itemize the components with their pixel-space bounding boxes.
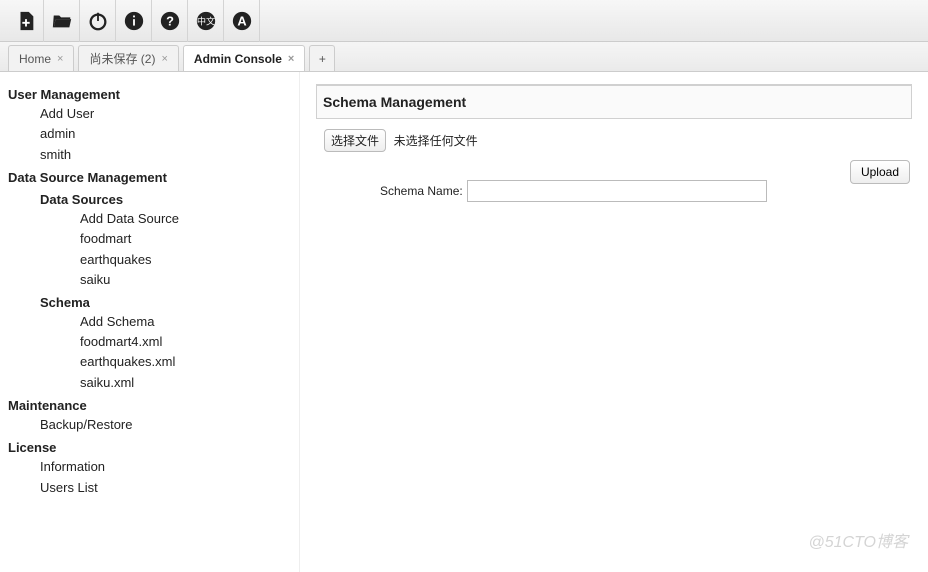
new-file-button[interactable] bbox=[8, 0, 44, 42]
info-icon bbox=[123, 10, 145, 32]
watermark-text: @51CTO博客 bbox=[808, 528, 908, 552]
language-button[interactable]: 中文 bbox=[188, 0, 224, 42]
sidebar-item-admin[interactable]: admin bbox=[40, 124, 291, 144]
svg-text:?: ? bbox=[166, 13, 174, 28]
sidebar-item-add-user[interactable]: Add User bbox=[40, 104, 291, 124]
no-file-text: 未选择任何文件 bbox=[394, 134, 478, 148]
new-file-icon bbox=[15, 10, 37, 32]
svg-text:中文: 中文 bbox=[196, 15, 214, 26]
tab-label: 尚未保存 (2) bbox=[89, 50, 155, 67]
sidebar-section-maintenance[interactable]: Maintenance bbox=[8, 397, 291, 415]
sidebar-item-saiku-xml[interactable]: saiku.xml bbox=[80, 373, 291, 393]
top-toolbar: ? 中文 A bbox=[0, 0, 928, 42]
tab-bar: Home × 尚未保存 (2) × Admin Console × + bbox=[0, 42, 928, 72]
sidebar-subsection-schema[interactable]: Schema bbox=[40, 294, 291, 312]
sidebar-item-backup-restore[interactable]: Backup/Restore bbox=[40, 415, 291, 435]
sidebar-item-earthquakes-xml[interactable]: earthquakes.xml bbox=[80, 352, 291, 372]
svg-text:A: A bbox=[237, 13, 246, 28]
sidebar-item-saiku[interactable]: saiku bbox=[80, 270, 291, 290]
sidebar-section-data-source-management[interactable]: Data Source Management bbox=[8, 169, 291, 187]
tab-label: Home bbox=[19, 52, 51, 66]
main-area: User Management Add User admin smith Dat… bbox=[0, 72, 928, 572]
tab-unsaved[interactable]: 尚未保存 (2) × bbox=[78, 45, 178, 71]
close-icon[interactable]: × bbox=[57, 53, 63, 65]
close-icon[interactable]: × bbox=[161, 53, 167, 65]
sidebar-section-license[interactable]: License bbox=[8, 439, 291, 457]
admin-button[interactable]: A bbox=[224, 0, 260, 42]
language-icon: 中文 bbox=[195, 10, 217, 32]
schema-management-panel: Schema Management 选择文件 未选择任何文件 Schema Na… bbox=[316, 84, 912, 259]
schema-name-label: Schema Name: bbox=[380, 184, 463, 198]
admin-icon: A bbox=[231, 10, 253, 32]
sidebar-item-earthquakes[interactable]: earthquakes bbox=[80, 250, 291, 270]
tab-label: Admin Console bbox=[194, 52, 282, 66]
folder-open-icon bbox=[51, 10, 73, 32]
close-icon[interactable]: × bbox=[288, 53, 294, 65]
sidebar-item-foodmart4-xml[interactable]: foodmart4.xml bbox=[80, 332, 291, 352]
sidebar-item-add-data-source[interactable]: Add Data Source bbox=[80, 209, 291, 229]
power-button[interactable] bbox=[80, 0, 116, 42]
choose-file-button[interactable]: 选择文件 bbox=[324, 129, 386, 152]
power-icon bbox=[87, 10, 109, 32]
sidebar: User Management Add User admin smith Dat… bbox=[0, 72, 300, 572]
sidebar-item-smith[interactable]: smith bbox=[40, 145, 291, 165]
info-button[interactable] bbox=[116, 0, 152, 42]
sidebar-item-information[interactable]: Information bbox=[40, 457, 291, 477]
tab-new[interactable]: + bbox=[309, 45, 335, 71]
sidebar-item-foodmart[interactable]: foodmart bbox=[80, 229, 291, 249]
sidebar-item-users-list[interactable]: Users List bbox=[40, 478, 291, 498]
help-button[interactable]: ? bbox=[152, 0, 188, 42]
tab-admin-console[interactable]: Admin Console × bbox=[183, 45, 305, 71]
sidebar-subsection-data-sources[interactable]: Data Sources bbox=[40, 191, 291, 209]
sidebar-item-add-schema[interactable]: Add Schema bbox=[80, 312, 291, 332]
content-area: Schema Management 选择文件 未选择任何文件 Schema Na… bbox=[300, 72, 928, 572]
panel-title: Schema Management bbox=[316, 85, 912, 119]
schema-name-input[interactable] bbox=[467, 180, 767, 202]
sidebar-section-user-management[interactable]: User Management bbox=[8, 86, 291, 104]
help-icon: ? bbox=[159, 10, 181, 32]
tab-home[interactable]: Home × bbox=[8, 45, 74, 71]
open-button[interactable] bbox=[44, 0, 80, 42]
upload-button[interactable]: Upload bbox=[850, 160, 910, 184]
